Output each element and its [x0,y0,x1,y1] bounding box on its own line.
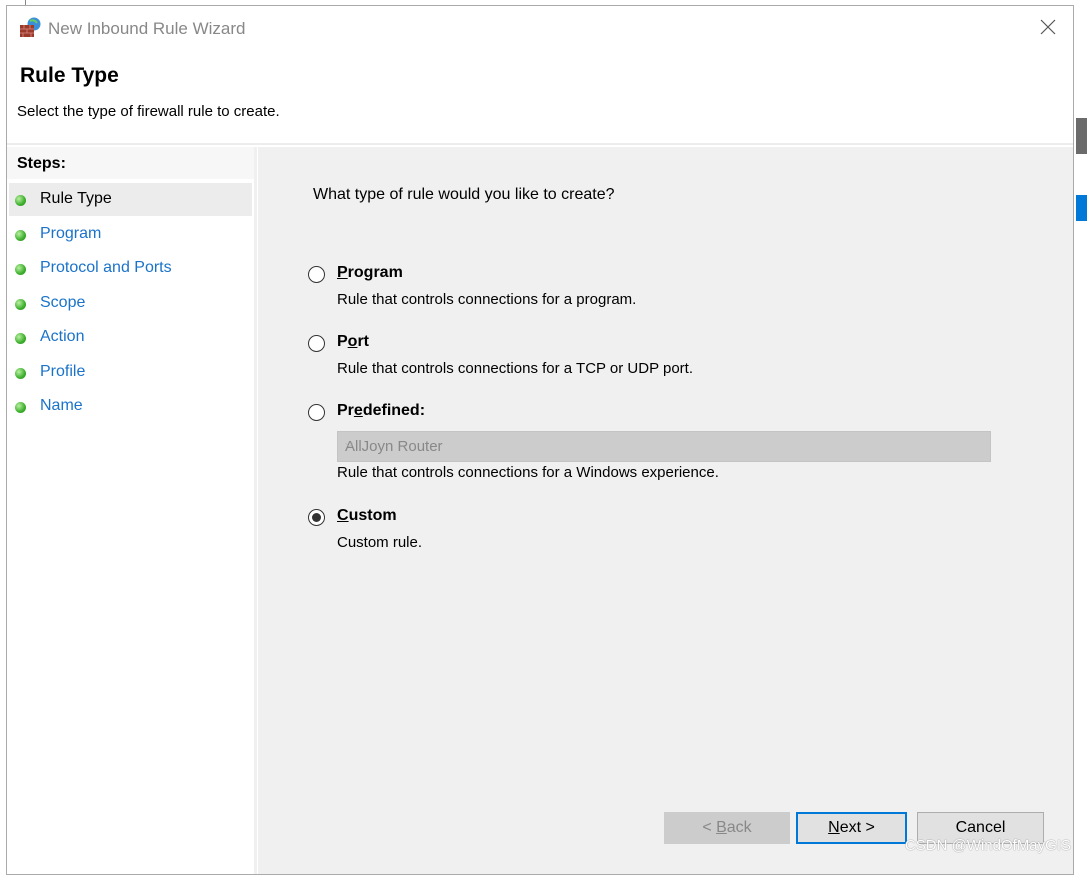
step-label: Name [40,397,83,414]
steps-heading: Steps: [7,147,254,179]
firewall-globe-icon [20,17,41,37]
content-panel: What type of rule would you like to crea… [258,147,1073,874]
title-bar: New Inbound Rule Wizard [7,6,1073,51]
option-label[interactable]: Predefined: [337,402,425,420]
steps-panel: Steps: Rule Type Program Protocol and Port… [7,147,257,874]
next-button[interactable]: Next > [796,812,907,844]
page-subtitle: Select the type of firewall rule to crea… [17,103,280,120]
window-title: New Inbound Rule Wizard [48,19,246,38]
option-description: Rule that controls connections for a TCP… [337,360,694,377]
step-label: Profile [40,362,86,380]
option-description: Rule that controls connections for a Win… [337,464,719,481]
back-label-prefix: < [702,819,717,836]
step-item: Rule Type [9,183,252,216]
option-description: Rule that controls connections for a pro… [337,291,637,308]
step-label: Protocol and Ports [40,259,172,276]
watermark: CSDN @WindOfMayGIS [904,837,1071,854]
step-status-icon [15,264,26,275]
wizard-dialog: New Inbound Rule Wizard Rule Type Select… [6,5,1074,875]
radio-button[interactable] [308,509,325,526]
step-label: Action [40,328,85,345]
step-item: Scope [9,287,252,320]
step-status-icon [15,298,26,310]
step-item: Name [9,390,252,423]
next-label-key: N [828,819,840,836]
step-label: Program [40,224,102,242]
background-window-bar [1076,118,1087,154]
radio-button[interactable] [308,335,325,352]
steps-heading-label: Steps: [17,155,66,172]
option-label[interactable]: Program [337,264,403,282]
predefined-dropdown[interactable]: AllJoyn Router ⌵ [337,431,991,462]
step-status-icon [15,333,26,344]
step-label: Rule Type [40,190,112,207]
chevron-down-icon: ⌵ [345,438,354,450]
step-status-icon [15,367,26,379]
back-label-key: B [716,819,727,836]
page-title: Rule Type [20,64,119,87]
step-item: Program [9,218,252,251]
step-item: Profile [9,356,252,389]
option-label[interactable]: Port [337,333,369,351]
step-item: Protocol and Ports [9,252,252,285]
option-description: Custom rule. [337,534,423,551]
step-label: Scope [40,293,86,311]
next-label-suffix: ext > [839,819,875,836]
close-icon[interactable] [1037,16,1059,38]
radio-button[interactable] [308,404,325,421]
step-status-icon [15,229,26,241]
back-label-suffix: ack [726,819,752,836]
option-label[interactable]: Custom [337,507,397,525]
header-divider [7,143,1073,145]
background-window-selection [1076,195,1087,221]
step-status-icon [15,195,26,206]
step-status-icon [15,402,26,413]
question-text: What type of rule would you like to crea… [313,186,615,203]
radio-button[interactable] [308,266,325,283]
step-item: Action [9,321,252,354]
back-button[interactable]: < Back [664,812,790,844]
